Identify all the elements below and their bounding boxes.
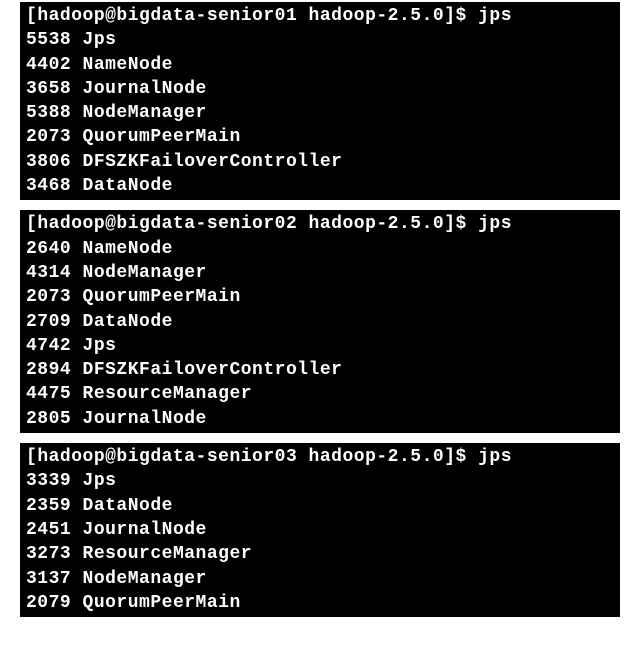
process-pid: 2451 (26, 520, 71, 540)
process-name: ResourceManager (83, 384, 253, 404)
process-name: NameNode (83, 55, 173, 75)
process-pid: 2640 (26, 239, 71, 259)
process-pid: 4742 (26, 336, 71, 356)
command-text: jps (467, 447, 512, 467)
process-name: NodeManager (83, 263, 207, 283)
process-row: 2359 DataNode (26, 494, 614, 518)
terminal-session-2[interactable]: [hadoop@bigdata-senior02 hadoop-2.5.0]$ … (20, 210, 620, 433)
process-pid: 2894 (26, 360, 71, 380)
process-row: 3806 DFSZKFailoverController (26, 150, 614, 174)
process-pid: 3339 (26, 471, 71, 491)
prompt-line: [hadoop@bigdata-senior03 hadoop-2.5.0]$ … (26, 447, 512, 467)
process-name: JournalNode (83, 79, 207, 99)
process-pid: 2073 (26, 287, 71, 307)
process-name: NameNode (83, 239, 173, 259)
process-name: QuorumPeerMain (83, 593, 241, 613)
process-pid: 3273 (26, 544, 71, 564)
process-name: ResourceManager (83, 544, 253, 564)
process-pid: 4314 (26, 263, 71, 283)
process-row: 3658 JournalNode (26, 77, 614, 101)
process-name: DataNode (83, 176, 173, 196)
process-row: 4475 ResourceManager (26, 382, 614, 406)
command-text: jps (467, 214, 512, 234)
process-pid: 3137 (26, 569, 71, 589)
process-name: JournalNode (83, 520, 207, 540)
process-name: NodeManager (83, 103, 207, 123)
process-pid: 3468 (26, 176, 71, 196)
prompt-user-host: hadoop@bigdata-senior02 hadoop-2.5.0 (37, 214, 444, 234)
process-name: DFSZKFailoverController (83, 360, 343, 380)
process-row: 5388 NodeManager (26, 101, 614, 125)
process-pid: 2079 (26, 593, 71, 613)
prompt-close-bracket: ]$ (444, 214, 467, 234)
process-row: 3339 Jps (26, 469, 614, 493)
process-row: 2073 QuorumPeerMain (26, 285, 614, 309)
process-row: 2079 QuorumPeerMain (26, 591, 614, 615)
process-name: NodeManager (83, 569, 207, 589)
process-pid: 3806 (26, 152, 71, 172)
process-pid: 2359 (26, 496, 71, 516)
process-name: JournalNode (83, 409, 207, 429)
process-pid: 5538 (26, 30, 71, 50)
process-row: 2805 JournalNode (26, 407, 614, 431)
process-row: 4742 Jps (26, 334, 614, 358)
process-pid: 2073 (26, 127, 71, 147)
process-name: QuorumPeerMain (83, 287, 241, 307)
process-row: 2709 DataNode (26, 310, 614, 334)
prompt-open-bracket: [ (26, 214, 37, 234)
prompt-open-bracket: [ (26, 6, 37, 26)
process-row: 3468 DataNode (26, 174, 614, 198)
process-pid: 2805 (26, 409, 71, 429)
prompt-close-bracket: ]$ (444, 447, 467, 467)
process-name: DataNode (83, 312, 173, 332)
process-row: 2451 JournalNode (26, 518, 614, 542)
prompt-user-host: hadoop@bigdata-senior01 hadoop-2.5.0 (37, 6, 444, 26)
process-name: Jps (83, 30, 117, 50)
process-row: 5538 Jps (26, 28, 614, 52)
process-row: 3137 NodeManager (26, 567, 614, 591)
process-name: Jps (83, 471, 117, 491)
prompt-open-bracket: [ (26, 447, 37, 467)
process-pid: 2709 (26, 312, 71, 332)
command-text: jps (467, 6, 512, 26)
prompt-line: [hadoop@bigdata-senior01 hadoop-2.5.0]$ … (26, 6, 512, 26)
process-row: 3273 ResourceManager (26, 542, 614, 566)
process-row: 4402 NameNode (26, 53, 614, 77)
process-pid: 4402 (26, 55, 71, 75)
prompt-user-host: hadoop@bigdata-senior03 hadoop-2.5.0 (37, 447, 444, 467)
process-name: QuorumPeerMain (83, 127, 241, 147)
terminal-session-3[interactable]: [hadoop@bigdata-senior03 hadoop-2.5.0]$ … (20, 443, 620, 617)
process-name: DataNode (83, 496, 173, 516)
process-name: DFSZKFailoverController (83, 152, 343, 172)
process-row: 2640 NameNode (26, 237, 614, 261)
prompt-close-bracket: ]$ (444, 6, 467, 26)
process-row: 4314 NodeManager (26, 261, 614, 285)
process-pid: 5388 (26, 103, 71, 123)
process-name: Jps (83, 336, 117, 356)
process-row: 2073 QuorumPeerMain (26, 125, 614, 149)
process-pid: 3658 (26, 79, 71, 99)
process-pid: 4475 (26, 384, 71, 404)
prompt-line: [hadoop@bigdata-senior02 hadoop-2.5.0]$ … (26, 214, 512, 234)
terminal-session-1[interactable]: [hadoop@bigdata-senior01 hadoop-2.5.0]$ … (20, 2, 620, 200)
process-row: 2894 DFSZKFailoverController (26, 358, 614, 382)
